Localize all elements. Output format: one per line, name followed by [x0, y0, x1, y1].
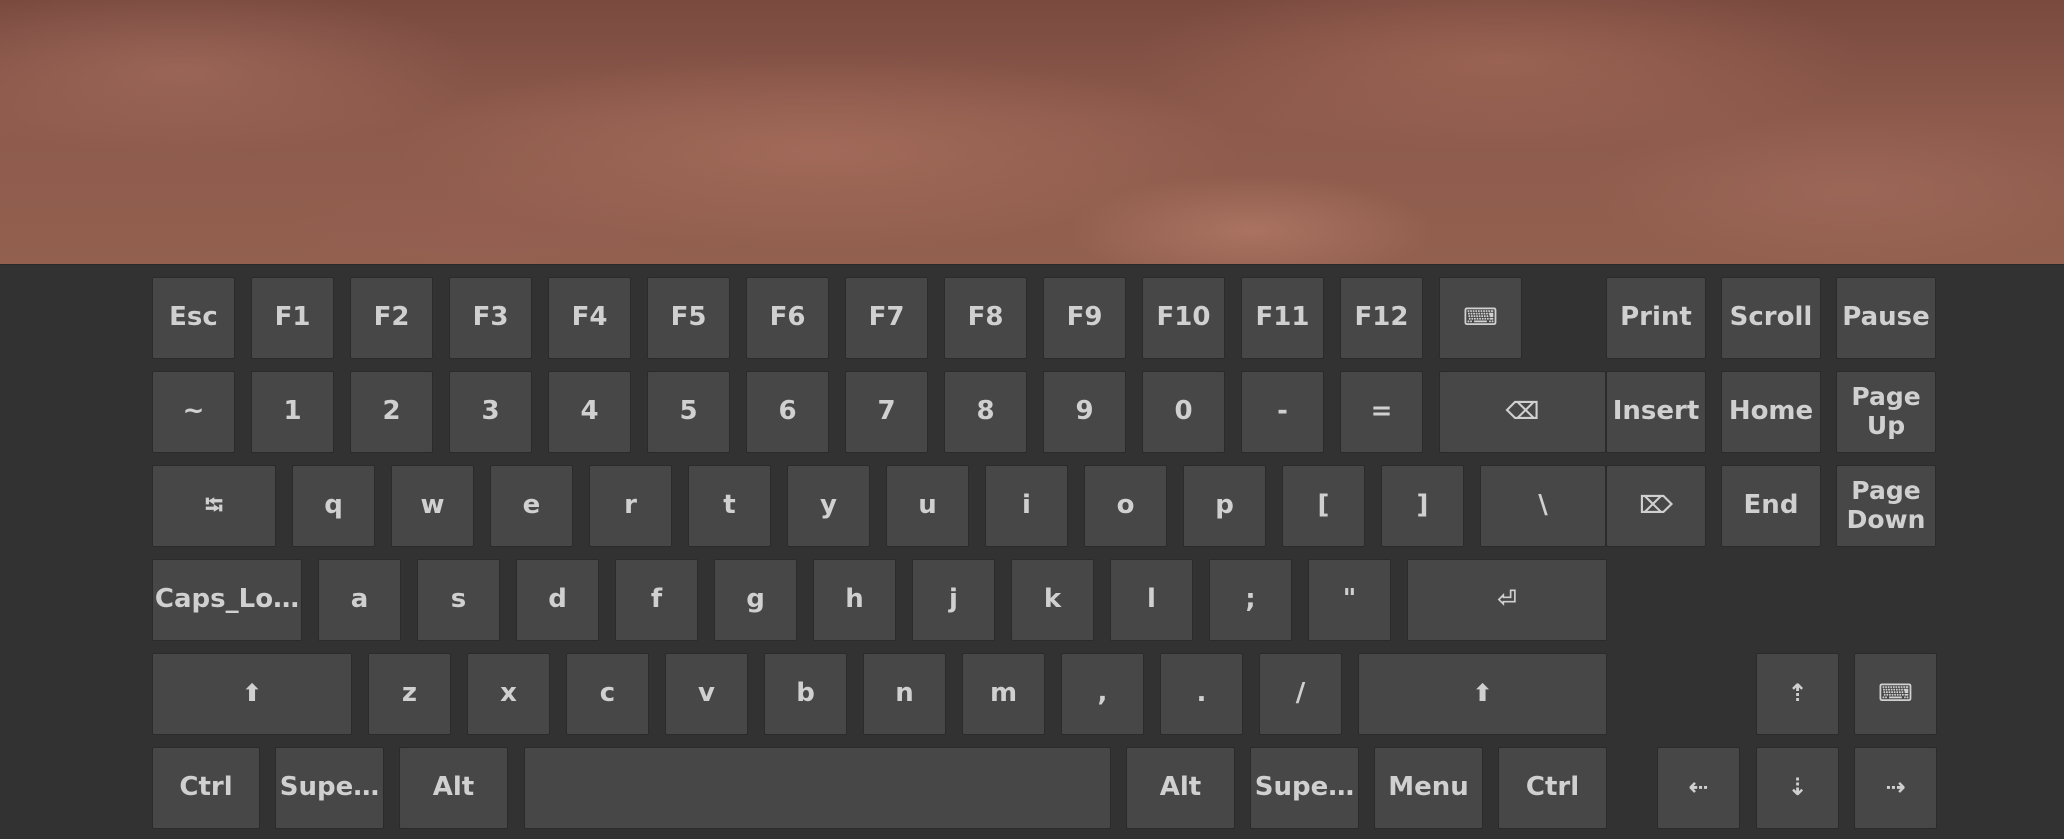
- arrow-up-icon[interactable]: ⇡: [1756, 653, 1839, 735]
- key-home[interactable]: Home: [1721, 371, 1821, 453]
- arrow-down-icon[interactable]: ⇣: [1756, 747, 1839, 829]
- key-right-alt[interactable]: Alt: [1126, 747, 1235, 829]
- key-e[interactable]: e: [490, 465, 573, 547]
- key-t[interactable]: t: [688, 465, 771, 547]
- arrow-left-icon[interactable]: ⇠: [1657, 747, 1740, 829]
- tab-icon[interactable]: ⭾: [152, 465, 276, 547]
- on-screen-keyboard: Esc F1 F2 F3 F4 F5 F6 F7 F8 F9 F10 F11 F…: [0, 264, 2064, 839]
- key-7[interactable]: 7: [845, 371, 928, 453]
- key-scroll[interactable]: Scroll: [1721, 277, 1821, 359]
- key-c[interactable]: c: [566, 653, 649, 735]
- key-6[interactable]: 6: [746, 371, 829, 453]
- key-space[interactable]: [524, 747, 1111, 829]
- key-x[interactable]: x: [467, 653, 550, 735]
- keyboard-hide-icon[interactable]: ⌨: [1854, 653, 1937, 735]
- key-left-bracket[interactable]: [: [1282, 465, 1365, 547]
- key-b[interactable]: b: [764, 653, 847, 735]
- delete-icon[interactable]: ⌦: [1606, 465, 1706, 547]
- key-a[interactable]: a: [318, 559, 401, 641]
- key-w[interactable]: w: [391, 465, 474, 547]
- key-f1[interactable]: F1: [251, 277, 334, 359]
- key-caps-lock[interactable]: Caps_Lo…: [152, 559, 302, 641]
- key-left-alt[interactable]: Alt: [399, 747, 508, 829]
- key-esc[interactable]: Esc: [152, 277, 235, 359]
- key-f10[interactable]: F10: [1142, 277, 1225, 359]
- key-k[interactable]: k: [1011, 559, 1094, 641]
- key-menu[interactable]: Menu: [1374, 747, 1483, 829]
- key-f[interactable]: f: [615, 559, 698, 641]
- key-backslash[interactable]: \: [1480, 465, 1606, 547]
- key-m[interactable]: m: [962, 653, 1045, 735]
- key-minus[interactable]: -: [1241, 371, 1324, 453]
- key-5[interactable]: 5: [647, 371, 730, 453]
- key-d[interactable]: d: [516, 559, 599, 641]
- key-q[interactable]: q: [292, 465, 375, 547]
- key-equals[interactable]: =: [1340, 371, 1423, 453]
- key-n[interactable]: n: [863, 653, 946, 735]
- key-p[interactable]: p: [1183, 465, 1266, 547]
- key-f8[interactable]: F8: [944, 277, 1027, 359]
- key-slash[interactable]: /: [1259, 653, 1342, 735]
- right-shift-icon[interactable]: ⬆: [1358, 653, 1607, 735]
- key-f4[interactable]: F4: [548, 277, 631, 359]
- key-u[interactable]: u: [886, 465, 969, 547]
- key-end[interactable]: End: [1721, 465, 1821, 547]
- key-g[interactable]: g: [714, 559, 797, 641]
- key-v[interactable]: v: [665, 653, 748, 735]
- key-semicolon[interactable]: ;: [1209, 559, 1292, 641]
- key-right-bracket[interactable]: ]: [1381, 465, 1464, 547]
- key-j[interactable]: j: [912, 559, 995, 641]
- key-s[interactable]: s: [417, 559, 500, 641]
- key-comma[interactable]: ,: [1061, 653, 1144, 735]
- keyboard-settings-icon[interactable]: ⌨: [1439, 277, 1522, 359]
- key-2[interactable]: 2: [350, 371, 433, 453]
- key-0[interactable]: 0: [1142, 371, 1225, 453]
- key-left-ctrl[interactable]: Ctrl: [152, 747, 260, 829]
- key-l[interactable]: l: [1110, 559, 1193, 641]
- key-f5[interactable]: F5: [647, 277, 730, 359]
- key-tilde[interactable]: ~: [152, 371, 235, 453]
- key-f11[interactable]: F11: [1241, 277, 1324, 359]
- key-3[interactable]: 3: [449, 371, 532, 453]
- enter-icon[interactable]: ⏎: [1407, 559, 1607, 641]
- key-insert[interactable]: Insert: [1606, 371, 1706, 453]
- key-pause[interactable]: Pause: [1836, 277, 1936, 359]
- key-f3[interactable]: F3: [449, 277, 532, 359]
- key-right-super[interactable]: Supe…: [1250, 747, 1359, 829]
- key-print[interactable]: Print: [1606, 277, 1706, 359]
- key-i[interactable]: i: [985, 465, 1068, 547]
- key-4[interactable]: 4: [548, 371, 631, 453]
- arrow-right-icon[interactable]: ⇢: [1854, 747, 1937, 829]
- key-h[interactable]: h: [813, 559, 896, 641]
- key-1[interactable]: 1: [251, 371, 334, 453]
- key-o[interactable]: o: [1084, 465, 1167, 547]
- key-9[interactable]: 9: [1043, 371, 1126, 453]
- key-quote[interactable]: ": [1308, 559, 1391, 641]
- desktop-wallpaper: [0, 0, 2064, 264]
- key-f2[interactable]: F2: [350, 277, 433, 359]
- key-page-down[interactable]: Page Down: [1836, 465, 1936, 547]
- key-right-ctrl[interactable]: Ctrl: [1498, 747, 1607, 829]
- key-f12[interactable]: F12: [1340, 277, 1423, 359]
- key-f9[interactable]: F9: [1043, 277, 1126, 359]
- key-f6[interactable]: F6: [746, 277, 829, 359]
- key-period[interactable]: .: [1160, 653, 1243, 735]
- key-left-super[interactable]: Supe…: [275, 747, 384, 829]
- key-8[interactable]: 8: [944, 371, 1027, 453]
- key-z[interactable]: z: [368, 653, 451, 735]
- key-f7[interactable]: F7: [845, 277, 928, 359]
- key-page-up[interactable]: Page Up: [1836, 371, 1936, 453]
- key-y[interactable]: y: [787, 465, 870, 547]
- backspace-icon[interactable]: ⌫: [1439, 371, 1606, 453]
- left-shift-icon[interactable]: ⬆: [152, 653, 352, 735]
- key-r[interactable]: r: [589, 465, 672, 547]
